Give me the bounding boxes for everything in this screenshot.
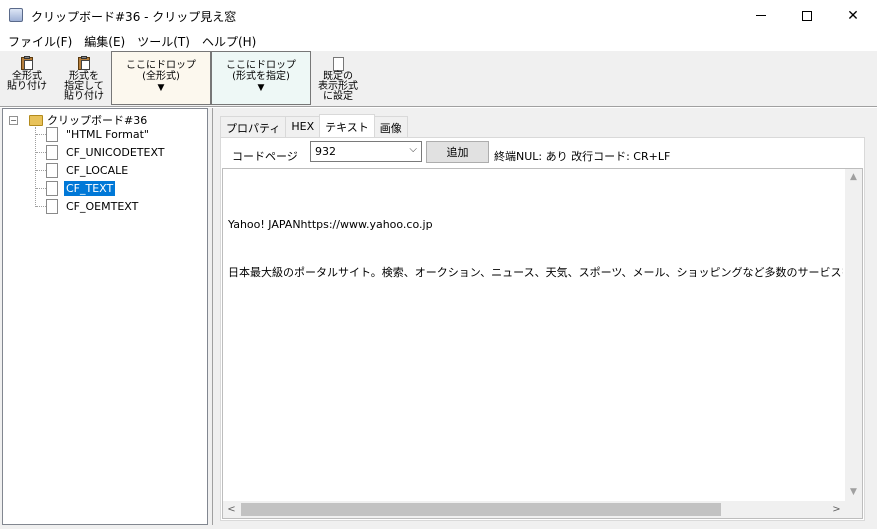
drop-arrow-icon: ▼ [257, 83, 265, 93]
drop-all-label: ここにドロップ (全形式) [126, 60, 196, 82]
tree-node-cf-text[interactable]: CF_TEXT [36, 179, 116, 197]
maximize-button[interactable] [784, 0, 830, 31]
drop-target-format[interactable]: ここにドロップ (形式を指定) ▼ [211, 51, 311, 105]
drop-format-label: ここにドロップ (形式を指定) [226, 60, 296, 82]
maximize-icon [802, 10, 812, 21]
codepage-value: 932 [315, 145, 336, 158]
scroll-up-icon[interactable]: ▲ [845, 169, 862, 186]
tab-hex[interactable]: HEX [285, 116, 321, 137]
window-title: クリップボード#36 - クリップ見え窓 [31, 10, 237, 24]
menu-help[interactable]: ヘルプ(H) [196, 31, 262, 51]
text-line: 日本最大級のポータルサイト。検索、オークション、ニュース、天気、スポーツ、メール… [228, 266, 843, 279]
drop-arrow-icon: ▼ [157, 83, 165, 93]
tree-node-html-format[interactable]: "HTML Format" [36, 125, 151, 143]
codepage-select[interactable]: 932 ⌵ [310, 141, 422, 162]
scroll-left-icon[interactable]: < [223, 501, 240, 518]
horizontal-scroll-thumb[interactable] [241, 503, 721, 516]
file-icon [46, 198, 58, 214]
tab-properties[interactable]: プロパティ [220, 116, 287, 137]
minimize-icon [756, 15, 766, 16]
tree-node-label: CF_TEXT [64, 180, 116, 196]
menu-tools[interactable]: ツール(T) [131, 31, 196, 51]
drop-target-all[interactable]: ここにドロップ (全形式) ▼ [111, 51, 211, 105]
menu-bar: ファイル(F) 編集(E) ツール(T) ヘルプ(H) [0, 31, 877, 51]
tree-node-label: CF_LOCALE [66, 163, 129, 177]
tree-node-cf-locale[interactable]: CF_LOCALE [36, 161, 130, 179]
scroll-corner [845, 501, 862, 518]
tree-node-label: CF_OEMTEXT [66, 199, 139, 213]
tree-node-cf-oemtext[interactable]: CF_OEMTEXT [36, 197, 140, 215]
close-button[interactable]: ✕ [830, 0, 876, 31]
text-line: Yahoo! JAPANhttps://www.yahoo.co.jp [228, 218, 433, 231]
add-button[interactable]: 追加 [426, 141, 489, 163]
text-content-area[interactable]: Yahoo! JAPANhttps://www.yahoo.co.jp 日本最大… [222, 168, 863, 519]
menu-file[interactable]: ファイル(F) [2, 31, 78, 51]
scroll-right-icon[interactable]: > [828, 501, 845, 518]
close-icon: ✕ [847, 7, 859, 24]
file-icon [46, 180, 58, 196]
tree-node-label: "HTML Format" [66, 127, 149, 141]
paste-format-label: 形式を 指定して 貼り付け [64, 71, 104, 102]
codepage-label: コードページ [232, 150, 298, 163]
paste-all-label: 全形式 貼り付け [7, 71, 47, 92]
file-icon [46, 144, 58, 160]
file-icon [46, 162, 58, 178]
chevron-down-icon: ⌵ [409, 144, 417, 155]
set-default-label: 既定の 表示形式 に設定 [318, 71, 358, 102]
title-bar: クリップボード#36 - クリップ見え窓 ✕ [0, 0, 877, 31]
text-tab-page: コードページ 932 ⌵ 追加 終端NUL: あり 改行コード: CR+LF Y… [220, 137, 865, 521]
clipboard-icon [77, 56, 91, 70]
minimize-button[interactable] [738, 0, 784, 31]
menu-edit[interactable]: 編集(E) [78, 31, 131, 51]
clipboard-icon [20, 56, 34, 70]
app-icon [9, 8, 23, 22]
scroll-down-icon[interactable]: ▼ [845, 484, 862, 501]
vertical-scrollbar[interactable]: ▲ ▼ [845, 169, 862, 501]
tree-node-cf-unicodetext[interactable]: CF_UNICODETEXT [36, 143, 167, 161]
set-default-format-button[interactable]: 既定の 表示形式 に設定 [314, 53, 362, 103]
collapse-icon[interactable]: − [9, 115, 18, 125]
toolbar: 全形式 貼り付け 形式を 指定して 貼り付け ここにドロップ (全形式) ▼ こ… [0, 51, 877, 106]
file-icon [46, 126, 58, 142]
tab-image[interactable]: 画像 [373, 116, 408, 137]
text-content[interactable]: Yahoo! JAPANhttps://www.yahoo.co.jp 日本最大… [228, 185, 843, 313]
tab-text[interactable]: テキスト [319, 114, 375, 137]
terminator-status: 終端NUL: あり 改行コード: CR+LF [494, 150, 671, 163]
paste-format-button[interactable]: 形式を 指定して 貼り付け [60, 53, 108, 103]
detail-panel: プロパティ HEX テキスト 画像 コードページ 932 ⌵ 追加 終端NUL:… [212, 108, 874, 525]
document-icon [332, 57, 344, 71]
horizontal-scrollbar[interactable]: < > [223, 501, 845, 518]
folder-icon [29, 114, 43, 126]
paste-all-button[interactable]: 全形式 貼り付け [4, 53, 50, 103]
format-tree[interactable]: − クリップボード#36 "HTML Format" CF_UNICODETEX… [2, 108, 208, 525]
tree-node-label: CF_UNICODETEXT [66, 145, 165, 159]
tab-strip: プロパティ HEX テキスト 画像 [220, 114, 408, 137]
